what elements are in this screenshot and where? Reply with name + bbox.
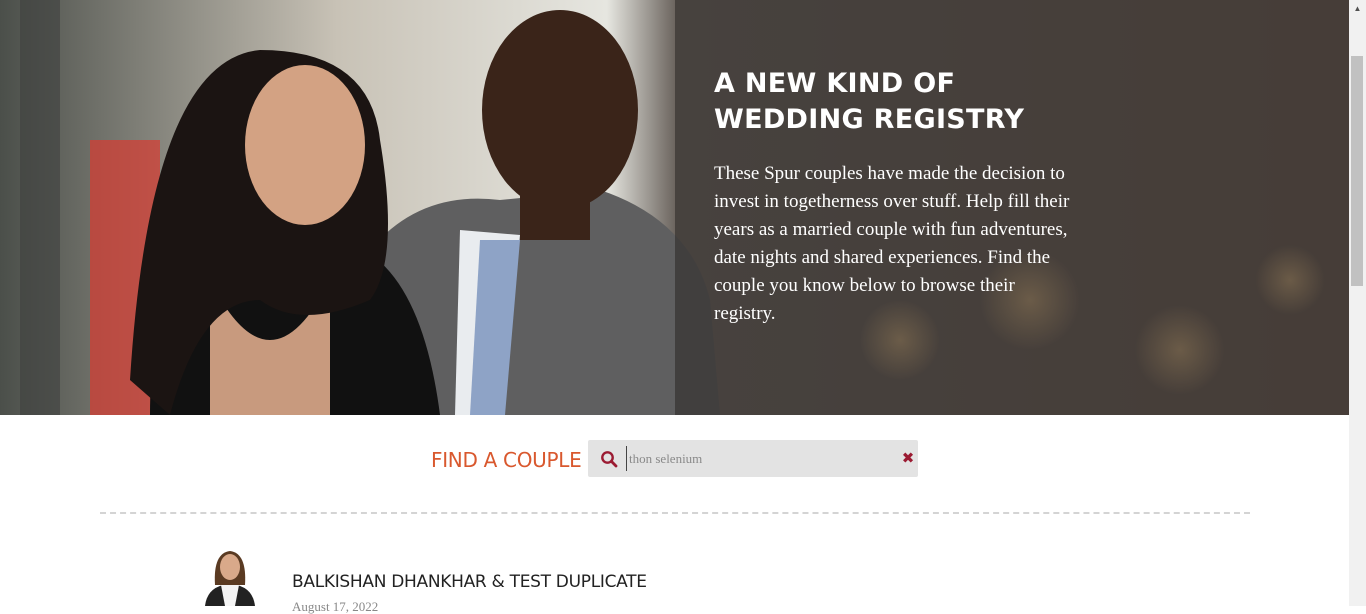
search-icon[interactable]: [600, 450, 618, 468]
section-divider: [100, 512, 1250, 514]
hero-title: A NEW KIND OF WEDDING REGISTRY: [714, 66, 1134, 138]
scroll-up-arrow-icon[interactable]: ▲: [1349, 0, 1366, 17]
couple-photo: [199, 545, 261, 606]
hero-title-line-1: A NEW KIND OF: [714, 68, 956, 99]
couple-search-box[interactable]: ✖: [588, 440, 918, 477]
wedding-date: August 17, 2022: [292, 599, 379, 614]
couple-names-link[interactable]: BALKISHAN DHANKHAR & TEST DUPLICATE: [292, 571, 647, 593]
find-couple-label: FIND A COUPLE: [431, 448, 582, 472]
hero-banner: A NEW KIND OF WEDDING REGISTRY These Spu…: [0, 0, 1349, 415]
scrollbar-thumb[interactable]: [1351, 56, 1363, 286]
close-icon[interactable]: ✖: [901, 451, 915, 466]
hero-title-line-2: WEDDING REGISTRY: [714, 104, 1025, 135]
hero-description: These Spur couples have made the decisio…: [714, 163, 1070, 324]
page-scrollbar[interactable]: ▲: [1349, 0, 1366, 606]
couple-search-input[interactable]: [626, 446, 889, 471]
avatar[interactable]: [199, 545, 261, 606]
